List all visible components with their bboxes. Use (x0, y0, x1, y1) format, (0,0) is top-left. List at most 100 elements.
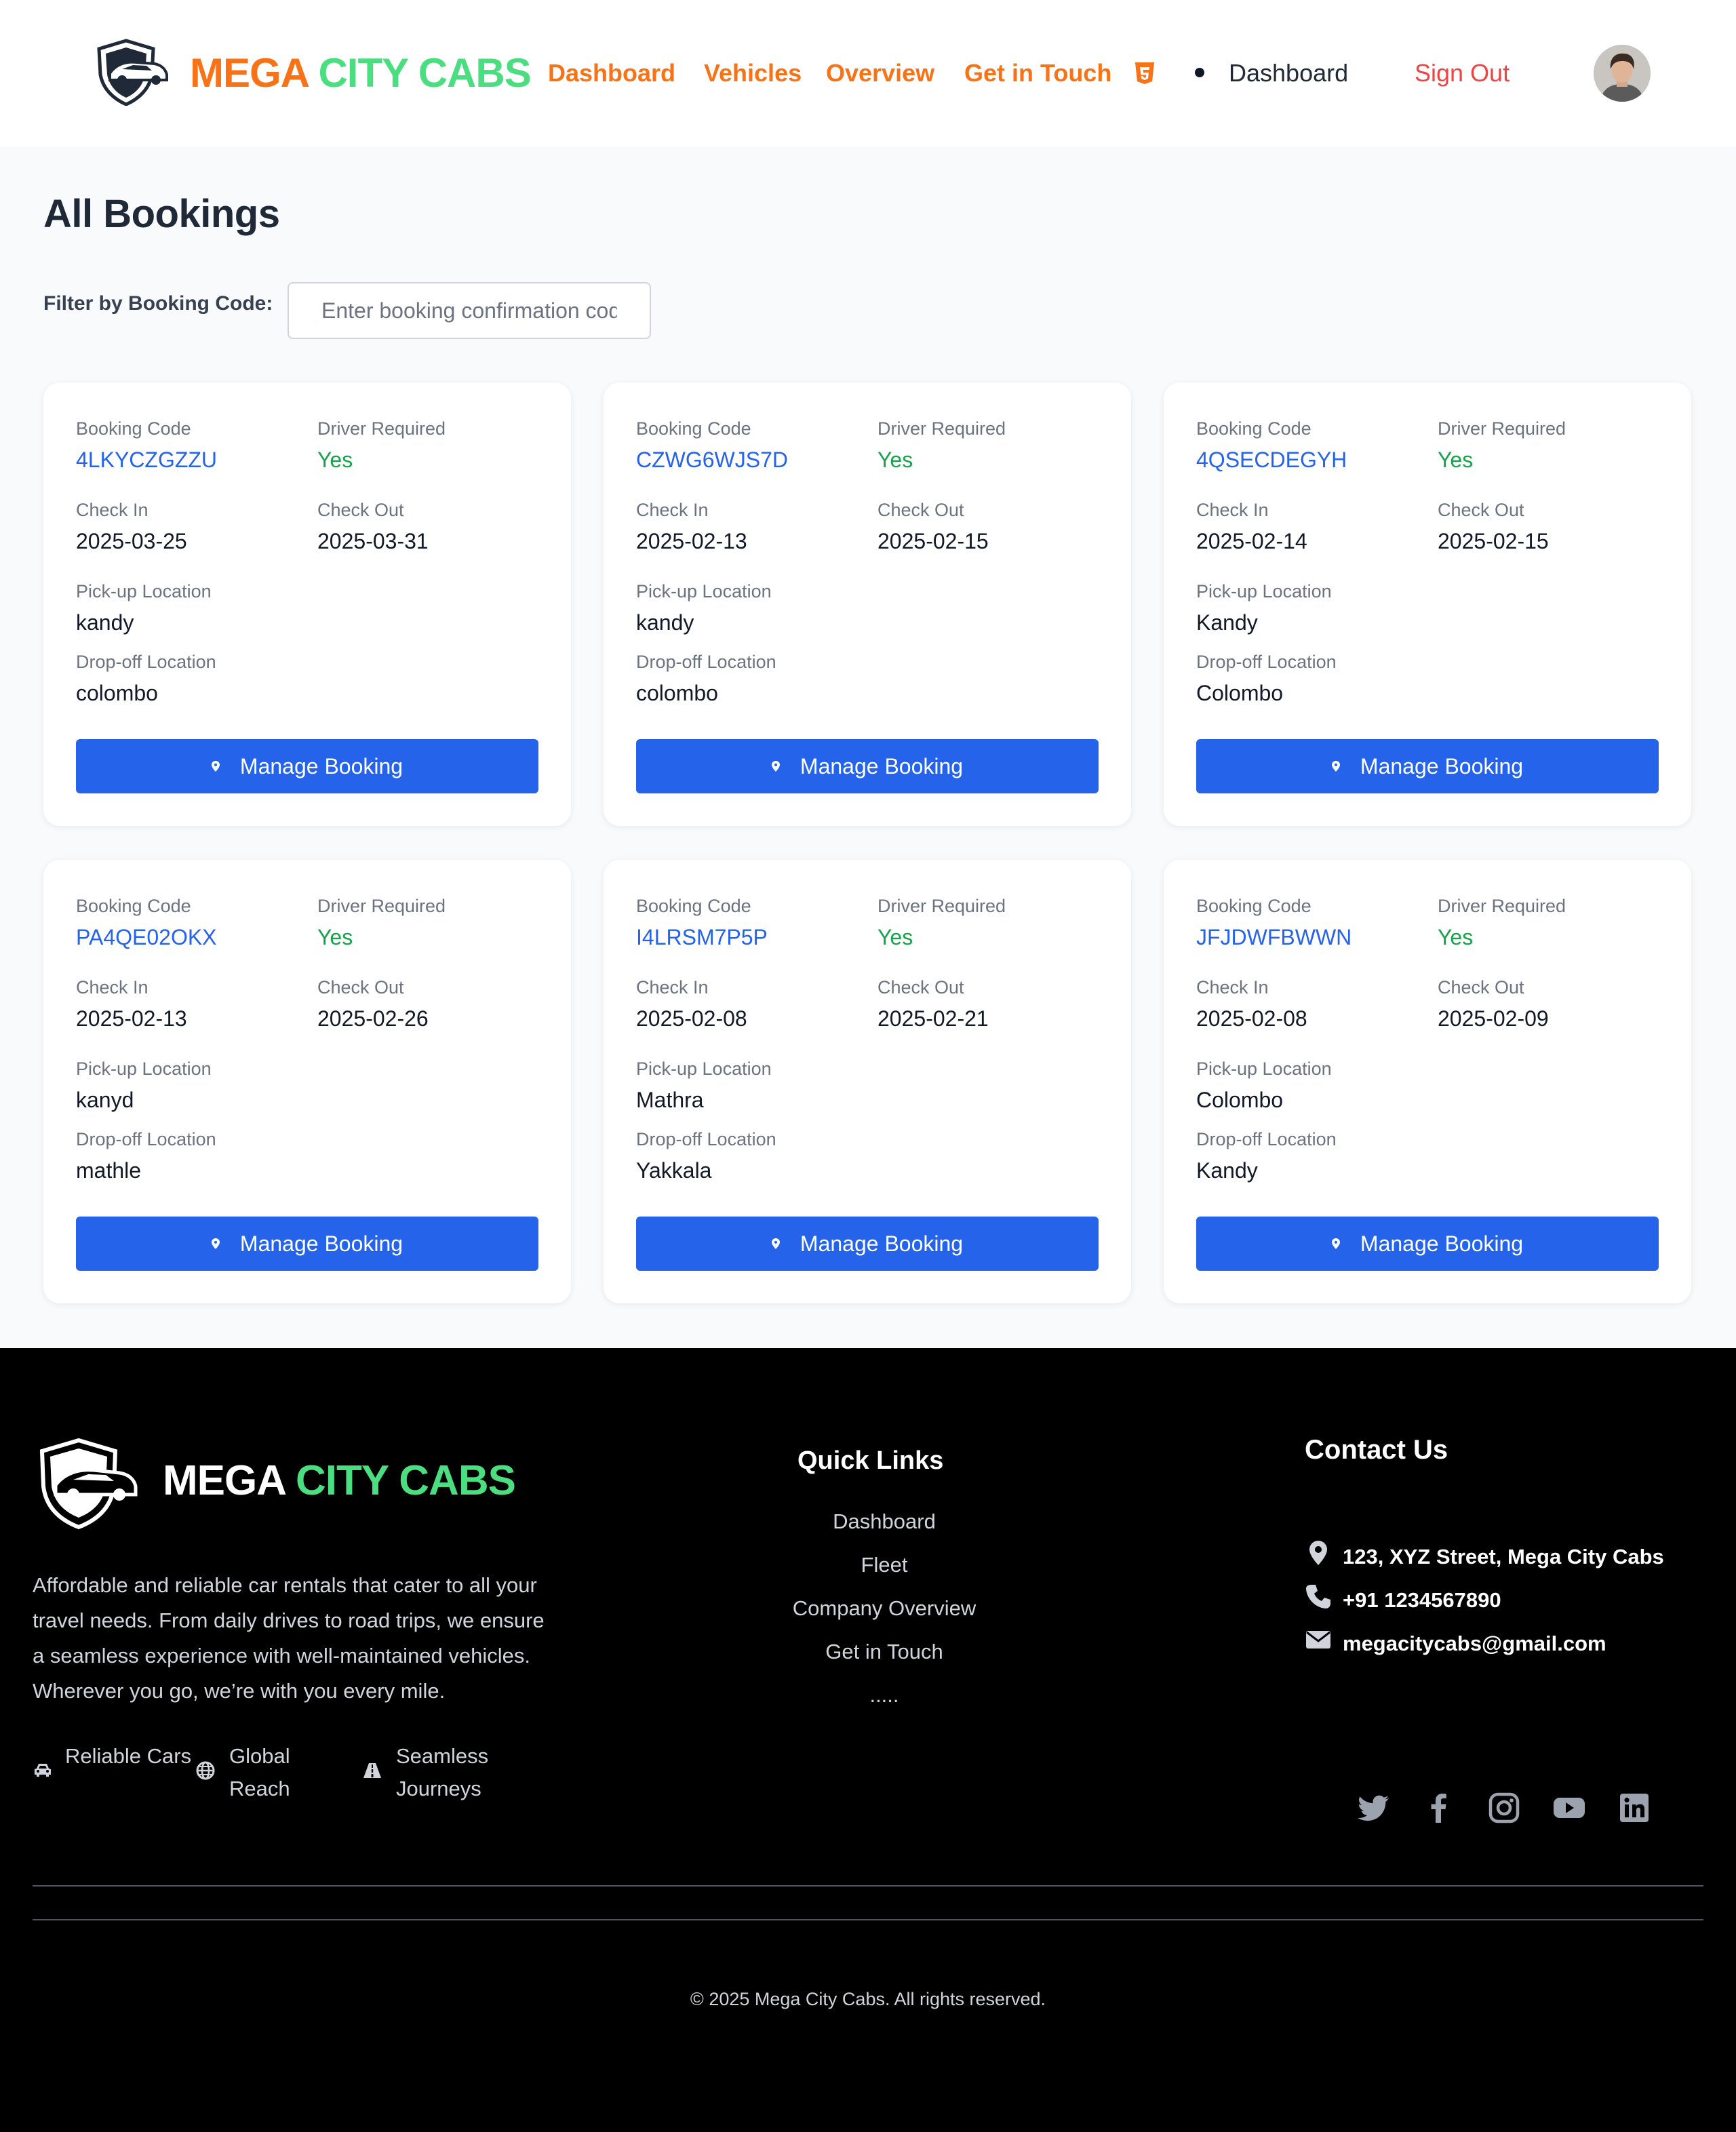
sign-out-link[interactable]: Sign Out (1415, 56, 1510, 91)
globe-icon (196, 1761, 215, 1780)
booking-code-value: JFJDWFBWWN (1196, 925, 1352, 949)
nav-link-overview[interactable]: Overview (826, 56, 934, 91)
contact-email[interactable]: megacitycabs@gmail.com (1343, 1629, 1606, 1659)
check-out-label: Check Out (317, 500, 404, 520)
map-marker-icon (1309, 1541, 1327, 1565)
footer-link-dashboard[interactable]: Dashboard (681, 1507, 1088, 1537)
check-out-label: Check Out (1438, 977, 1524, 998)
check-out-label: Check Out (1438, 500, 1524, 520)
envelope-icon (1306, 1631, 1330, 1649)
nav-link-vehicles[interactable]: Vehicles (704, 56, 802, 91)
dropoff-label: Drop-off Location (1196, 1129, 1337, 1149)
current-page-label: Dashboard (1229, 59, 1349, 87)
footer-brand-name: MEGA CITY CABS (163, 1455, 516, 1507)
booking-code-filter-input[interactable] (288, 282, 651, 339)
brand-name-part1: MEGA (190, 50, 309, 96)
pickup-label: Pick-up Location (1196, 581, 1332, 601)
booking-code-value: CZWG6WJS7D (636, 448, 788, 472)
manage-booking-label: Manage Booking (1360, 1231, 1524, 1256)
manage-booking-button[interactable]: Manage Booking (76, 739, 538, 793)
footer-description: Affordable and reliable car rentals that… (33, 1573, 545, 1703)
feature-seamless-journeys: Seamless Journeys (396, 1744, 489, 1800)
driver-required-value: Yes (317, 925, 353, 949)
check-in-label: Check In (76, 500, 149, 520)
nav-link-get-in-touch[interactable]: Get in Touch (964, 56, 1111, 91)
dropoff-value: Yakkala (636, 1158, 712, 1183)
check-in-label: Check In (636, 977, 709, 998)
html5-icon[interactable] (1134, 61, 1156, 85)
car-icon (35, 1764, 51, 1777)
manage-booking-label: Manage Booking (800, 1231, 964, 1256)
contact-address: 123, XYZ Street, Mega City Cabs (1343, 1545, 1664, 1568)
map-pin-icon (771, 1238, 780, 1249)
nav-link-dashboard[interactable]: Dashboard (548, 56, 675, 91)
manage-booking-label: Manage Booking (239, 754, 403, 778)
facebook-icon[interactable] (1421, 1790, 1457, 1825)
dropoff-value: Colombo (1196, 681, 1284, 705)
booking-code-label: Booking Code (636, 418, 751, 439)
booking-code-label: Booking Code (76, 418, 191, 439)
youtube-icon[interactable] (1552, 1790, 1587, 1825)
check-out-value: 2025-02-21 (877, 1006, 989, 1031)
manage-booking-button[interactable]: Manage Booking (636, 1217, 1099, 1271)
footer-link-company-overview[interactable]: Company Overview (681, 1594, 1088, 1623)
booking-code-label: Booking Code (636, 896, 751, 916)
nav-bullet (1195, 68, 1204, 77)
check-in-label: Check In (76, 977, 149, 998)
driver-required-label: Driver Required (877, 418, 1006, 439)
booking-code-value: I4LRSM7P5P (636, 925, 768, 949)
pickup-label: Pick-up Location (76, 581, 212, 601)
dropoff-value: Kandy (1196, 1158, 1258, 1183)
manage-booking-button[interactable]: Manage Booking (1196, 1217, 1659, 1271)
user-avatar[interactable] (1594, 45, 1651, 102)
linkedin-icon[interactable] (1617, 1790, 1652, 1825)
footer-link-fleet[interactable]: Fleet (681, 1550, 1088, 1580)
driver-required-label: Driver Required (317, 418, 446, 439)
check-out-value: 2025-02-15 (877, 529, 989, 553)
check-out-label: Check Out (317, 977, 404, 998)
booking-code-label: Booking Code (76, 896, 191, 916)
check-out-value: 2025-03-31 (317, 529, 429, 553)
pickup-value: kanyd (76, 1088, 134, 1112)
booking-code-value: 4LKYCZGZZU (76, 448, 218, 472)
pickup-value: Mathra (636, 1088, 704, 1112)
pickup-label: Pick-up Location (76, 1059, 212, 1079)
brand-name[interactable]: MEGA CITY CABS (190, 49, 532, 98)
manage-booking-button[interactable]: Manage Booking (1196, 739, 1659, 793)
map-pin-icon (771, 760, 780, 772)
booking-card: Booking Code 4LKYCZGZZU Driver Required … (43, 382, 571, 826)
dropoff-label: Drop-off Location (636, 652, 776, 672)
booking-code-value: PA4QE02OKX (76, 925, 217, 949)
pickup-value: Colombo (1196, 1088, 1284, 1112)
booking-code-label: Booking Code (1196, 418, 1311, 439)
quick-links-title: Quick Links (797, 1446, 944, 1475)
footer-link-get-in-touch[interactable]: Get in Touch (681, 1637, 1088, 1667)
footer-link-more[interactable]: ..... (681, 1680, 1088, 1710)
manage-booking-button[interactable]: Manage Booking (76, 1217, 538, 1271)
check-out-value: 2025-02-15 (1438, 529, 1549, 553)
check-out-value: 2025-02-26 (317, 1006, 429, 1031)
map-pin-icon (1331, 760, 1340, 772)
car-shield-logo-icon (39, 1438, 138, 1530)
bookings-section: All Bookings Filter by Booking Code: Boo… (0, 146, 1736, 1348)
driver-required-label: Driver Required (317, 896, 446, 916)
map-pin-icon (211, 760, 220, 772)
filter-label: Filter by Booking Code: (43, 292, 273, 315)
car-shield-logo-icon[interactable] (95, 38, 170, 106)
site-footer: MEGA CITY CABS Affordable and reliable c… (0, 1348, 1736, 2132)
footer-divider (33, 1885, 1703, 1887)
instagram-icon[interactable] (1486, 1790, 1522, 1825)
driver-required-value: Yes (1438, 448, 1474, 472)
manage-booking-button[interactable]: Manage Booking (636, 739, 1099, 793)
feature-global-reach: Global Reach (229, 1744, 290, 1800)
feature-reliable-cars: Reliable Cars (65, 1744, 192, 1768)
pickup-label: Pick-up Location (1196, 1059, 1332, 1079)
driver-required-value: Yes (877, 448, 913, 472)
page-title: All Bookings (43, 192, 280, 236)
brand-name-part2: CITY CABS (318, 50, 531, 96)
dropoff-label: Drop-off Location (76, 1129, 216, 1149)
twitter-icon[interactable] (1356, 1790, 1392, 1825)
top-navbar: MEGA CITY CABS Dashboard Vehicles Overvi… (0, 0, 1736, 146)
contact-phone[interactable]: +91 1234567890 (1343, 1585, 1501, 1615)
check-in-value: 2025-02-08 (1196, 1006, 1307, 1031)
